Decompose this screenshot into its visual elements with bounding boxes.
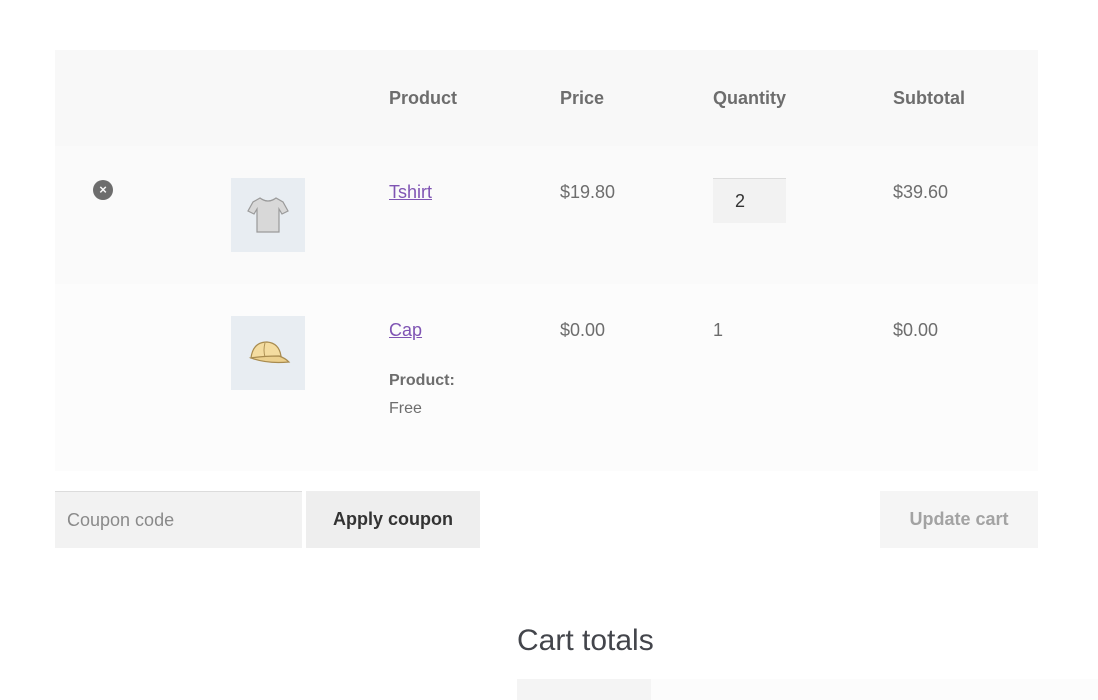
product-link-cap[interactable]: Cap — [389, 320, 422, 341]
apply-coupon-button[interactable]: Apply coupon — [306, 491, 480, 548]
update-cart-button[interactable]: Update cart — [880, 491, 1038, 548]
cart-totals-title: Cart totals — [517, 624, 654, 657]
quantity-input[interactable]: 2 — [713, 178, 786, 223]
product-link-tshirt[interactable]: Tshirt — [389, 182, 432, 203]
tshirt-icon — [247, 197, 289, 233]
header-price: Price — [560, 88, 605, 108]
subtotal-tshirt: $39.60 — [893, 182, 949, 202]
price-tshirt: $19.80 — [560, 182, 616, 202]
table-header-row: Product Price Quantity Subtotal — [55, 50, 1038, 146]
cart-totals-header-cell — [517, 679, 651, 700]
cap-icon — [248, 341, 291, 364]
subtotal-cap: $0.00 — [893, 320, 939, 340]
header-quantity: Quantity — [713, 88, 787, 108]
item-meta-label: Product: — [389, 372, 455, 389]
price-cap: $0.00 — [560, 320, 606, 340]
quantity-cap: 1 — [713, 320, 724, 340]
header-product: Product — [389, 88, 458, 108]
header-subtotal: Subtotal — [893, 88, 965, 108]
tshirt-thumbnail[interactable] — [231, 178, 305, 252]
table-row: Cap $0.00 1 $0.00 Product: Free — [55, 284, 1038, 471]
cart-totals-table — [517, 679, 1098, 700]
table-row: × Tshirt $19.80 2 $39.60 — [55, 146, 1038, 284]
item-meta-value: Free — [389, 400, 422, 417]
remove-item-icon[interactable]: × — [93, 180, 113, 200]
cart-table: Product Price Quantity Subtotal × Tshirt… — [55, 50, 1038, 471]
cap-thumbnail[interactable] — [231, 316, 305, 390]
coupon-code-input[interactable]: Coupon code — [55, 491, 302, 548]
